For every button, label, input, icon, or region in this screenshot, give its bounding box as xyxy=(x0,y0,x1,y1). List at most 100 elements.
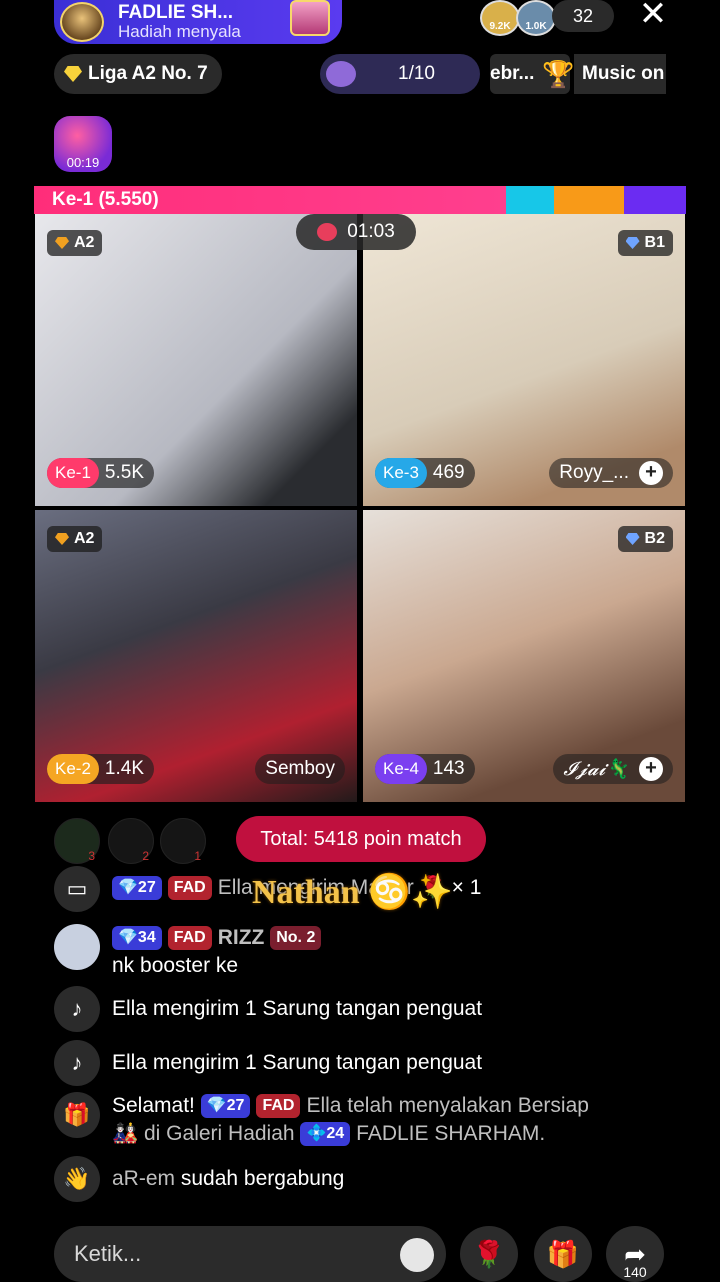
music-chip[interactable]: Music on xyxy=(574,54,666,94)
ranking-icon xyxy=(326,61,356,87)
emoji-icon[interactable] xyxy=(400,1238,434,1272)
tile-score: Ke-1 5.5K xyxy=(47,458,155,488)
chat-message-system-1: ♪ Ella mengirim 1 Sarung tangan penguat xyxy=(54,986,482,1032)
tier-badge: B1 xyxy=(617,230,673,256)
chat-message-system-2: ♪ Ella mengirim 1 Sarung tangan penguat xyxy=(54,1040,482,1086)
wave-hand-icon: 👋 xyxy=(54,1156,100,1202)
fan-badge: FAD xyxy=(167,926,212,951)
tier-badge: A2 xyxy=(47,230,103,256)
tile-position: Ke-2 xyxy=(47,754,99,784)
comment-input[interactable]: Ketik... xyxy=(54,1226,446,1282)
supporter-avatar-1[interactable]: 1 xyxy=(160,818,206,864)
match-timer: 01:03 xyxy=(296,214,416,250)
timer-value: 01:03 xyxy=(347,221,395,242)
rose-gift-button[interactable]: 🌹 xyxy=(460,1226,518,1282)
level-badge: 💎 27 xyxy=(112,876,162,901)
promo-timer: 00:19 xyxy=(66,155,100,170)
follow-plus-icon[interactable]: + xyxy=(639,461,663,485)
tile-score-value: 143 xyxy=(432,758,465,779)
chat-message-rizz: 💎 34 FAD RIZZ No. 2 nk booster ke xyxy=(54,924,327,980)
level-badge: 💎 27 xyxy=(200,1094,251,1119)
follow-plus-icon[interactable]: + xyxy=(639,757,663,781)
tiktok-icon: ♪ xyxy=(54,986,100,1032)
tile-score-value: 469 xyxy=(432,462,465,483)
tile-position: Ke-1 xyxy=(47,458,99,488)
supporter-avatar-3[interactable]: 3 xyxy=(54,818,100,864)
host-name: FADLIE SH... xyxy=(118,2,234,24)
tier-badge: A2 xyxy=(47,526,103,552)
diamond-icon xyxy=(64,66,82,82)
gift-gallery-icon[interactable] xyxy=(290,0,330,36)
username-label: Semboy xyxy=(265,758,335,779)
chat-message-gallery: 🎁 Selamat! 💎 27 FAD Ella telah menyalakan B… xyxy=(54,1092,674,1148)
guest-tile-4[interactable]: B2 Ke-4 143 𝓘𝓳𝓪𝓲🦎 + xyxy=(363,510,685,802)
league-label: Liga A2 No. 7 xyxy=(88,63,208,84)
tile-score: Ke-2 1.4K xyxy=(47,754,155,784)
tier-badge: B2 xyxy=(617,526,673,552)
tile-score-value: 5.5K xyxy=(104,462,145,483)
guest-tile-3[interactable]: B1 Ke-3 469 Royy_... + xyxy=(363,214,685,506)
tile-position: Ke-3 xyxy=(375,458,427,488)
level-badge: 💎 34 xyxy=(112,926,162,951)
share-count: 140 xyxy=(623,1264,647,1280)
chat-username[interactable]: RIZZ xyxy=(218,926,265,949)
tile-username[interactable]: Royy_... + xyxy=(549,458,673,488)
pager-label: 1/10 xyxy=(398,63,435,84)
tiktok-icon: ♪ xyxy=(54,1040,100,1086)
trophy-icon: 🏆 xyxy=(542,58,575,89)
chat-text: Ella mengirim 1 Sarung tangan penguat xyxy=(112,1051,483,1074)
chat-text: Ella telah menyalakan Bersiap xyxy=(306,1094,589,1117)
top-viewer-avatar-1[interactable]: 9.2K xyxy=(480,0,520,36)
tile-score: Ke-4 143 xyxy=(375,754,475,784)
event-label: ebr... xyxy=(490,63,535,84)
chat-text: Ella mengirim 1 Sarung tangan penguat xyxy=(112,997,483,1020)
top-viewer-avatar-2[interactable]: 1.0K xyxy=(516,0,556,36)
input-placeholder: Ketik... xyxy=(74,1241,142,1266)
user-avatar[interactable] xyxy=(54,924,100,970)
gift-button[interactable]: 🎁 xyxy=(534,1226,592,1282)
tile-score-value: 1.4K xyxy=(104,758,145,779)
guest-tile-1[interactable]: A2 Ke-1 5.5K xyxy=(35,214,357,506)
top-viewer-1-score: 9.2K xyxy=(489,21,511,32)
share-button[interactable]: ➦ 140 xyxy=(606,1226,664,1282)
boxing-glove-icon xyxy=(317,223,338,241)
close-icon[interactable]: ✕ xyxy=(636,0,670,31)
rose-icon: 🌹 xyxy=(472,1238,506,1269)
host-subtitle: Hadiah menyala xyxy=(118,22,241,42)
gift-count: × 1 xyxy=(451,876,482,899)
chat-username[interactable]: Ella xyxy=(218,876,253,899)
chat-text: nk booster ke xyxy=(112,954,239,977)
fan-badge: FAD xyxy=(167,876,212,901)
username-label: Royy_... xyxy=(559,462,629,483)
fan-badge: FAD xyxy=(256,1094,301,1119)
gift-icon: 🎁 xyxy=(54,1092,100,1138)
chat-message-join: 👋 aR-em sudah bergabung xyxy=(54,1156,344,1202)
guest-tile-2[interactable]: A2 Ke-2 1.4K Semboy xyxy=(35,510,357,802)
event-chip[interactable]: ebr... 🏆 xyxy=(490,54,575,94)
music-label: Music on xyxy=(582,63,665,84)
gift-icon: 🎎 xyxy=(112,1122,139,1145)
host-info-pill[interactable]: FADLIE SH... Hadiah menyala xyxy=(54,0,342,44)
ranking-pager-chip[interactable]: 1/10 xyxy=(320,54,480,94)
rank-badge: No. 2 xyxy=(270,926,322,951)
chat-text: di Galeri Hadiah xyxy=(144,1122,295,1145)
viewer-count[interactable]: 32 xyxy=(552,0,614,32)
tile-username[interactable]: Semboy xyxy=(255,754,345,784)
entrance-overlay-name: Nathan ♋✨ xyxy=(252,874,453,911)
chat-username[interactable]: aR-em xyxy=(112,1167,175,1190)
supporter-avatar-2[interactable]: 2 xyxy=(108,818,154,864)
gift-box-icon: ▭ xyxy=(54,866,100,912)
match-progress-bar: Ke-1 (5.550) xyxy=(34,186,686,214)
tile-score: Ke-3 469 xyxy=(375,458,475,488)
top-viewer-2-score: 1.0K xyxy=(525,21,547,32)
host-avatar[interactable] xyxy=(60,2,104,42)
chat-text: sudah bergabung xyxy=(180,1167,345,1190)
match-rank-label: Ke-1 (5.550) xyxy=(52,189,159,210)
total-points-badge: Total: 5418 poin match xyxy=(236,816,486,862)
chat-prefix: Selamat! xyxy=(112,1094,195,1117)
booster-promo-badge[interactable]: 00:19 xyxy=(54,116,112,172)
chat-text: FADLIE SHARHAM. xyxy=(356,1122,546,1145)
tile-username[interactable]: 𝓘𝓳𝓪𝓲🦎 + xyxy=(553,754,673,784)
league-chip[interactable]: Liga A2 No. 7 xyxy=(54,54,222,94)
tile-position: Ke-4 xyxy=(375,754,427,784)
